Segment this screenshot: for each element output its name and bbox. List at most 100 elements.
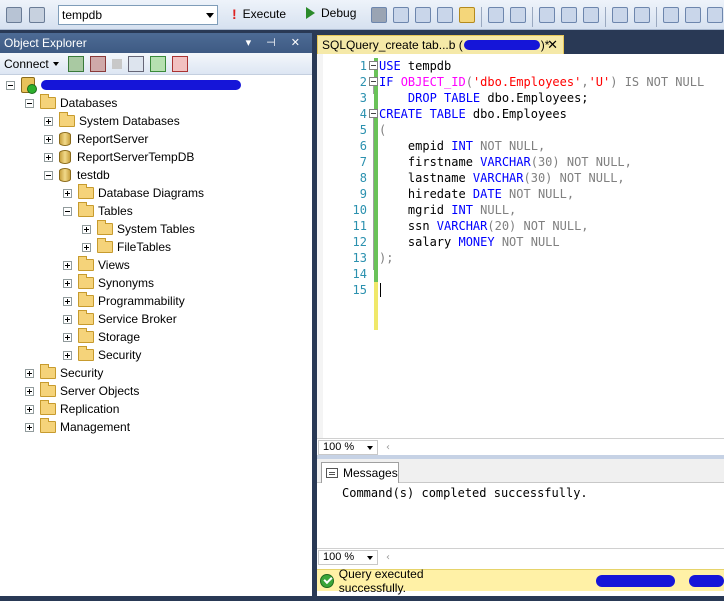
redacted-scribble — [688, 574, 724, 587]
object-explorer-panel: Object Explorer ▾ ⊣ ✕ Connect Databases S… — [0, 33, 312, 596]
expand-icon[interactable] — [25, 386, 34, 396]
collapse-icon[interactable] — [44, 170, 53, 180]
execute-button[interactable]: ! Execute — [232, 6, 286, 22]
toolbar-separator — [532, 7, 533, 27]
parse-check-icon[interactable] — [393, 7, 409, 23]
tree-node-views[interactable]: Views — [63, 256, 130, 274]
expand-icon[interactable] — [44, 152, 53, 162]
tree-node-db-security[interactable]: Security — [63, 346, 141, 364]
code-area[interactable]: USE tempdb IF OBJECT_ID('dbo.Employees',… — [369, 58, 704, 298]
tree-node-filetables[interactable]: FileTables — [82, 238, 171, 256]
display-estimated-plan-icon[interactable] — [415, 7, 431, 23]
stop-icon[interactable] — [111, 58, 122, 69]
comment-lines-icon[interactable] — [612, 7, 628, 23]
results-to-text-icon[interactable] — [459, 7, 475, 23]
close-icon[interactable]: ✕ — [547, 37, 558, 53]
execute-label: Execute — [242, 7, 287, 21]
available-databases-dropdown[interactable]: tempdb — [58, 5, 218, 25]
tree-node-replication[interactable]: Replication — [25, 400, 119, 418]
client-statistics-icon[interactable] — [561, 7, 577, 23]
connect-object-icon[interactable] — [6, 6, 22, 23]
tree-node-label: Tables — [98, 204, 133, 218]
collapse-region-icon[interactable] — [369, 77, 378, 86]
folder-icon — [97, 220, 113, 235]
expand-icon[interactable] — [82, 242, 91, 252]
collapse-region-icon[interactable] — [369, 61, 378, 70]
line-number: 13 — [352, 251, 367, 265]
code-line-15 — [379, 282, 704, 298]
expand-icon[interactable] — [44, 116, 53, 126]
collapse-icon[interactable] — [6, 80, 15, 90]
increase-indent-icon[interactable] — [685, 7, 701, 23]
tree-node-tables[interactable]: Tables — [63, 202, 133, 220]
include-actual-plan-icon[interactable] — [539, 7, 555, 23]
query-status-bar: Query executed successfully. — [317, 567, 724, 595]
tree-node-security[interactable]: Security — [25, 364, 103, 382]
messages-icon — [326, 468, 338, 478]
tree-node-reportserver[interactable]: ReportServer — [44, 130, 148, 148]
panel-window-controls[interactable]: ▾ ⊣ ✕ — [246, 36, 306, 49]
tree-node-server-objects[interactable]: Server Objects — [25, 382, 139, 400]
tab-sqlquery[interactable]: SQLQuery_create tab...b ( )* ✕ — [317, 35, 564, 54]
collapse-region-icon[interactable] — [369, 109, 378, 118]
expand-icon[interactable] — [63, 260, 72, 270]
change-connection-icon[interactable] — [29, 6, 45, 23]
expand-icon[interactable] — [63, 314, 72, 324]
toolbar-separator — [481, 7, 482, 27]
expand-icon[interactable] — [63, 350, 72, 360]
tree-node-testdb[interactable]: testdb — [44, 166, 110, 184]
object-explorer-title: Object Explorer — [4, 36, 87, 50]
intellisense-icon[interactable] — [488, 7, 504, 23]
refresh-icon[interactable] — [149, 55, 166, 72]
uncomment-lines-icon[interactable] — [634, 7, 650, 23]
collapse-icon[interactable] — [63, 206, 72, 216]
tree-node-database-diagrams[interactable]: Database Diagrams — [63, 184, 204, 202]
disconnect-icon[interactable] — [89, 55, 106, 72]
editor-zoom-dropdown[interactable]: 100 % — [318, 439, 378, 455]
tree-node-programmability[interactable]: Programmability — [63, 292, 185, 310]
object-explorer-header: Object Explorer ▾ ⊣ ✕ — [0, 33, 312, 53]
tree-node-server[interactable] — [6, 76, 241, 94]
expand-icon[interactable] — [63, 278, 72, 288]
specify-values-icon[interactable] — [510, 7, 526, 23]
tree-node-management[interactable]: Management — [25, 418, 130, 436]
query-designer-icon[interactable] — [437, 7, 453, 23]
collapse-icon[interactable] — [25, 98, 34, 108]
expand-icon[interactable] — [63, 188, 72, 198]
tree-node-system-databases[interactable]: System Databases — [44, 112, 180, 130]
chevron-down-icon[interactable] — [52, 61, 59, 66]
connect-button[interactable]: Connect — [4, 57, 49, 71]
tab-messages[interactable]: Messages — [321, 462, 399, 483]
expand-icon[interactable] — [25, 422, 34, 432]
line-number: 14 — [352, 267, 367, 281]
stop-icon[interactable] — [371, 7, 387, 23]
connect-icon[interactable] — [67, 55, 84, 72]
filter-icon[interactable] — [127, 55, 144, 72]
scroll-left-icon[interactable]: ‹ — [386, 442, 390, 453]
tree-node-label: Database Diagrams — [98, 186, 205, 200]
collapse-icon[interactable] — [171, 55, 188, 72]
results-to-grid-icon[interactable] — [583, 7, 599, 23]
toolbar-options-icon[interactable] — [707, 7, 723, 23]
tree-node-reportservertempdb[interactable]: ReportServerTempDB — [44, 148, 194, 166]
tree-node-system-tables[interactable]: System Tables — [82, 220, 195, 238]
line-number: 4 — [359, 107, 367, 121]
tree-node-storage[interactable]: Storage — [63, 328, 140, 346]
expand-icon[interactable] — [63, 332, 72, 342]
tree-node-synonyms[interactable]: Synonyms — [63, 274, 154, 292]
results-pane: Messages Command(s) completed successful… — [317, 459, 724, 569]
scroll-left-icon[interactable]: ‹ — [386, 552, 390, 563]
expand-icon[interactable] — [82, 224, 91, 234]
expand-icon[interactable] — [44, 134, 53, 144]
expand-icon[interactable] — [63, 296, 72, 306]
tree-node-label: System Databases — [79, 114, 180, 128]
expand-icon[interactable] — [25, 404, 34, 414]
results-zoom-dropdown[interactable]: 100 % — [318, 549, 378, 565]
expand-icon[interactable] — [25, 368, 34, 378]
tree-node-service-broker[interactable]: Service Broker — [63, 310, 177, 328]
decrease-indent-icon[interactable] — [663, 7, 679, 23]
sql-editor[interactable]: 1 2 3 4 5 6 7 8 9 10 11 12 13 14 15 USE tempdb IF OBJE… — [317, 54, 724, 471]
debug-button[interactable]: Debug — [306, 6, 356, 20]
tree-node-databases[interactable]: Databases — [25, 94, 117, 112]
